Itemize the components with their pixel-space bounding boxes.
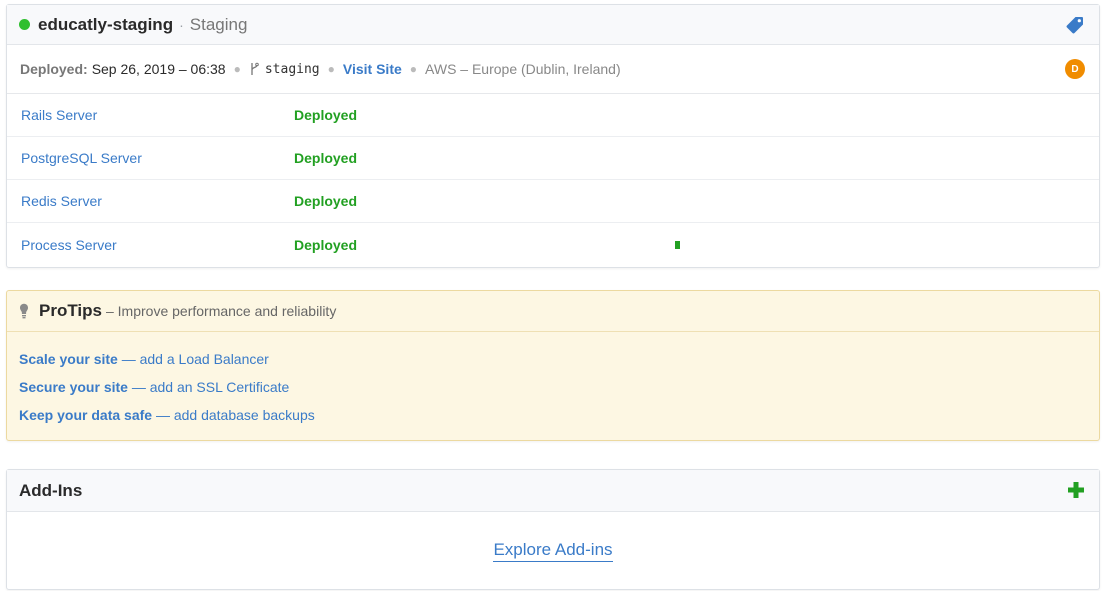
branch-name: staging (264, 61, 320, 77)
meta-separator: ● (233, 62, 241, 76)
tip-strong: Scale your site (19, 351, 118, 367)
tip-load-balancer[interactable]: Scale your site — add a Load Balancer (19, 348, 1087, 376)
region-label: AWS – Europe (Dublin, Ireland) (425, 61, 621, 77)
server-status: Deployed (294, 236, 358, 253)
avatar[interactable]: D (1065, 59, 1085, 79)
tip-strong: Keep your data safe (19, 407, 153, 423)
addins-header: Add-Ins (7, 470, 1099, 512)
tip-strong: Secure your site (19, 379, 128, 395)
status-dot (19, 19, 30, 30)
server-status: Deployed (294, 107, 358, 123)
protips-card: ProTips – Improve performance and reliab… (6, 290, 1100, 441)
server-row: Redis Server Deployed (7, 180, 1099, 223)
environment-separator: · (179, 16, 184, 33)
lightbulb-icon (20, 303, 28, 319)
environment-card: educatly-staging · Staging Deployed: Sep… (6, 4, 1100, 268)
visit-site-link[interactable]: Visit Site (343, 61, 402, 77)
server-link[interactable]: Rails Server (21, 107, 97, 123)
environment-header: educatly-staging · Staging (7, 5, 1099, 45)
explore-addins-link[interactable]: Explore Add-ins (493, 540, 613, 562)
plus-icon[interactable] (1067, 481, 1085, 499)
activity-indicator (675, 241, 680, 249)
server-list: Rails Server Deployed PostgreSQL Server … (7, 94, 1099, 266)
tips-list: Scale your site — add a Load Balancer Se… (7, 332, 1099, 432)
tip-rest: — add database backups (152, 407, 315, 423)
server-row: PostgreSQL Server Deployed (7, 137, 1099, 180)
server-status: Deployed (294, 150, 358, 166)
deployed-label: Deployed: (20, 61, 88, 77)
server-link[interactable]: Process Server (21, 237, 117, 253)
tip-ssl-certificate[interactable]: Secure your site — add an SSL Certificat… (19, 376, 1087, 404)
tip-database-backups[interactable]: Keep your data safe — add database backu… (19, 404, 1087, 432)
tag-icon[interactable] (1065, 15, 1085, 35)
git-branch-icon (251, 62, 259, 75)
server-row: Rails Server Deployed (7, 94, 1099, 137)
server-link[interactable]: PostgreSQL Server (21, 150, 142, 166)
addins-card: Add-Ins Explore Add-ins (6, 469, 1100, 590)
addins-title: Add-Ins (19, 480, 83, 500)
meta-separator: ● (409, 62, 418, 76)
deployed-date: Sep 26, 2019 – 06:38 (91, 61, 226, 77)
server-row: Process Server Deployed (7, 223, 1099, 266)
protips-header: ProTips – Improve performance and reliab… (7, 291, 1099, 332)
protips-subtitle: – Improve performance and reliability (105, 303, 337, 319)
tip-rest: — add a Load Balancer (117, 351, 269, 367)
server-link[interactable]: Redis Server (21, 193, 102, 209)
tip-rest: — add an SSL Certificate (127, 379, 290, 395)
deployment-meta: Deployed: Sep 26, 2019 – 06:38 ● staging… (7, 45, 1099, 94)
protips-title: ProTips (39, 301, 102, 320)
meta-separator: ● (327, 62, 335, 76)
server-status: Deployed (294, 193, 358, 209)
addins-body: Explore Add-ins (7, 512, 1099, 589)
environment-name[interactable]: educatly-staging (38, 15, 173, 35)
environment-type: Staging (189, 14, 248, 34)
